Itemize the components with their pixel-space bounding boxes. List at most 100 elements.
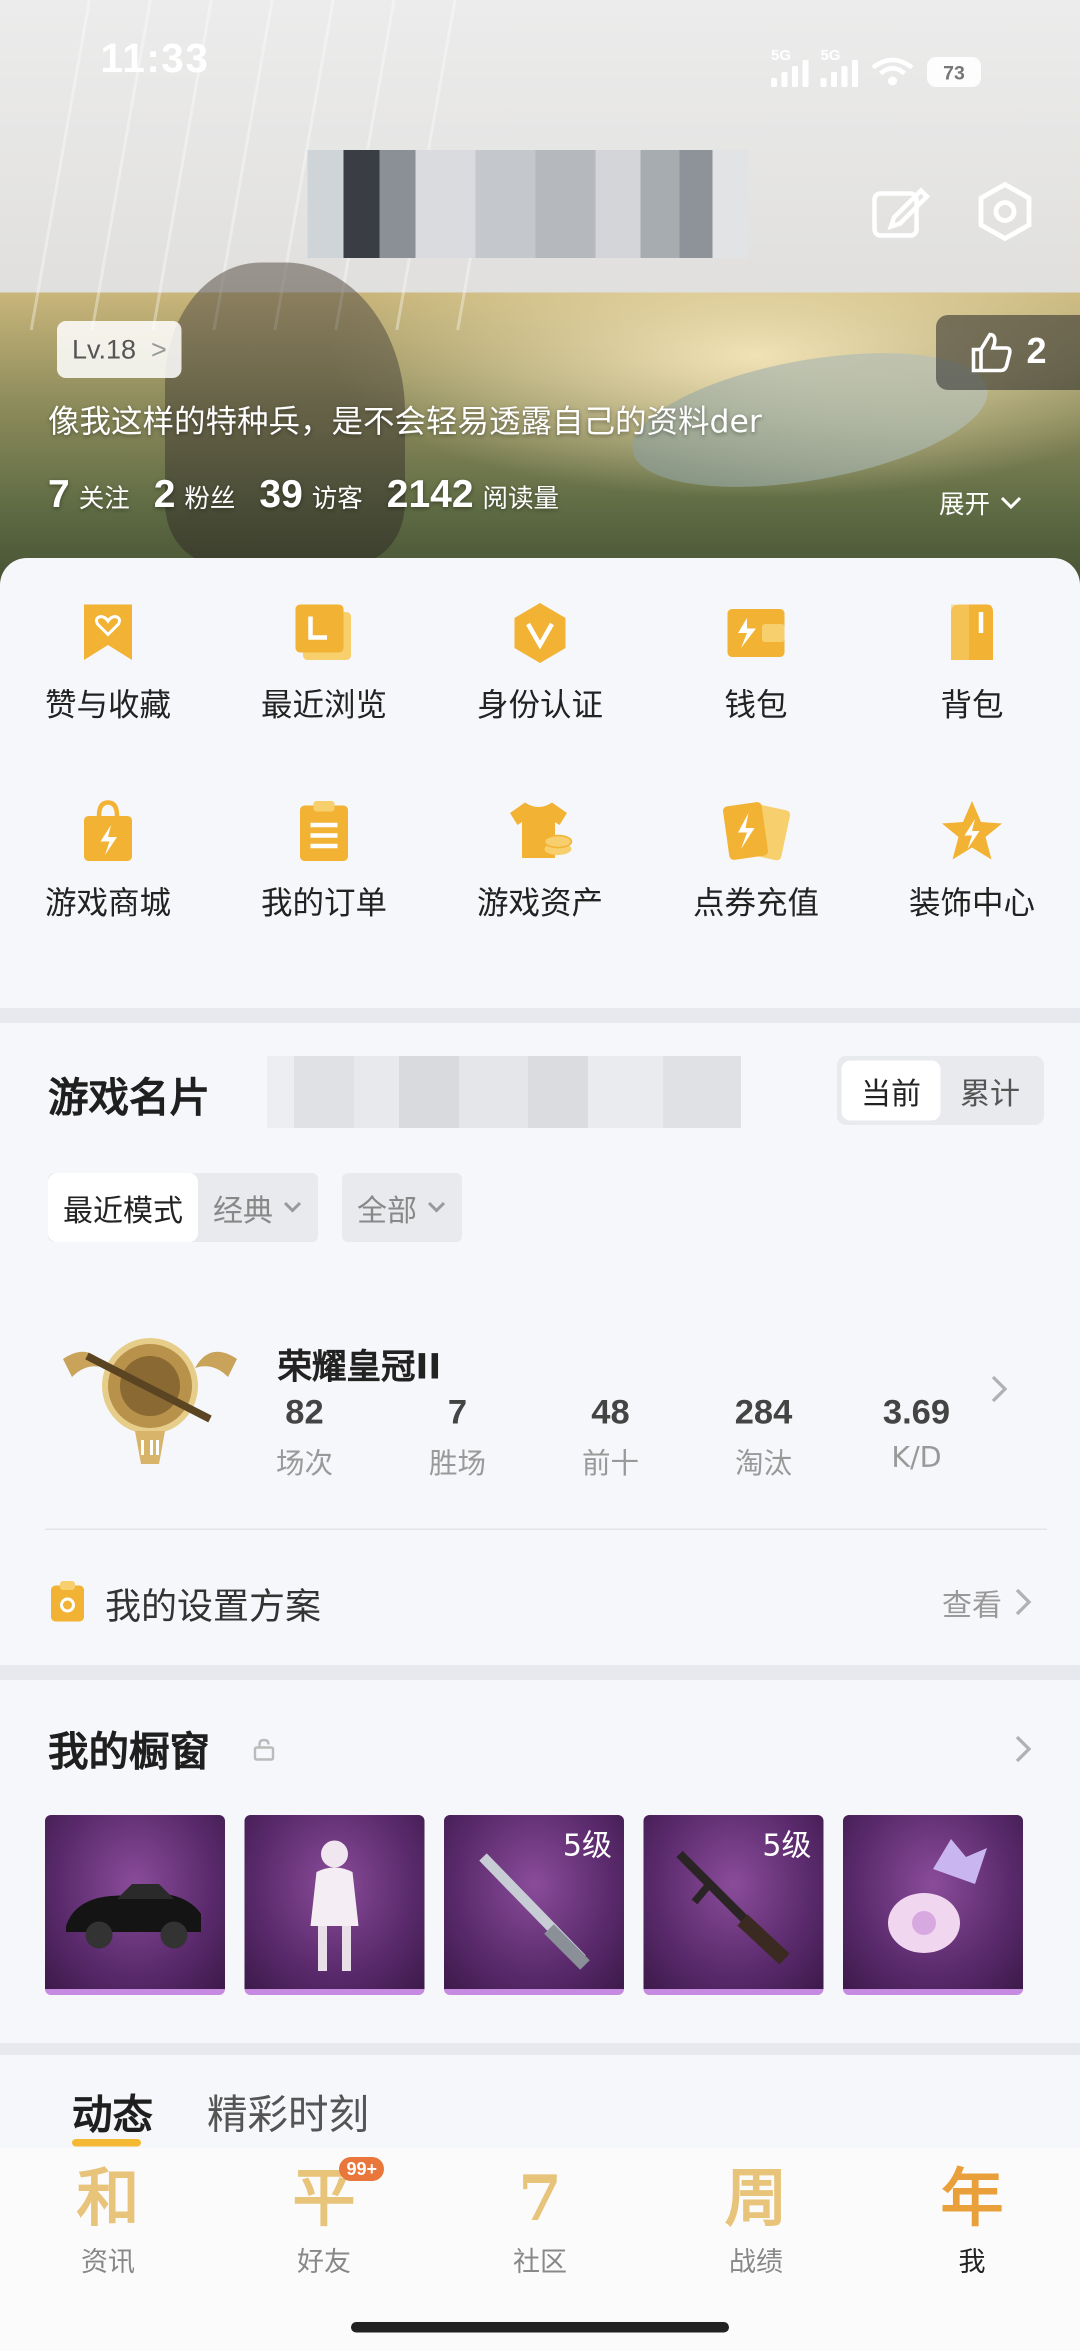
order-clipboard-icon <box>300 801 348 861</box>
rank-stats: 82 场次 7 胜场 48 前十 284 淘汰 3.69 K/D <box>228 1392 993 1482</box>
tab-current[interactable]: 当前 <box>841 1060 941 1121</box>
shortcut-label: 最近浏览 <box>261 687 387 723</box>
chevron-down-icon <box>1000 496 1022 509</box>
clipboard-icon <box>51 1581 84 1622</box>
backpack-icon <box>951 604 993 660</box>
shortcut-recent[interactable]: 最近浏览 <box>216 600 432 726</box>
showcase-item-outfit[interactable] <box>244 1815 425 1995</box>
battery-indicator: 73 <box>927 57 981 87</box>
reads-label: 阅读量 <box>482 484 560 515</box>
edit-profile-button[interactable] <box>866 177 935 246</box>
nav-community[interactable]: 7 社区 <box>432 2148 648 2351</box>
shopping-bag-icon <box>84 800 132 861</box>
shortcut-backpack[interactable]: 背包 <box>864 600 1080 726</box>
level-badge[interactable]: Lv.18 > <box>57 321 182 378</box>
signal-icon-2: 5G <box>820 48 858 87</box>
section-divider <box>0 1665 1080 1680</box>
status-icons: 5G 5G 73 <box>771 48 981 87</box>
settings-view-label[interactable]: 查看 <box>942 1580 1002 1624</box>
showcase-item-shotgun[interactable]: 5级 <box>444 1815 624 1995</box>
visitors-count[interactable]: 39 <box>259 471 302 518</box>
shortcut-orders[interactable]: 我的订单 <box>216 798 432 924</box>
shortcut-game-assets[interactable]: 游戏资产 <box>432 798 648 924</box>
showcase-item-rifle[interactable]: 5级 <box>643 1815 824 1995</box>
mode-recent[interactable]: 最近模式 <box>48 1173 198 1242</box>
game-id-blurred <box>267 1056 741 1128</box>
showcase-items: 5级 5级 <box>45 1815 1023 1995</box>
reads-count: 2142 <box>386 471 474 516</box>
tab-highlights[interactable]: 精彩时刻 <box>207 2082 369 2141</box>
visitors-label: 访客 <box>311 484 363 515</box>
filter-all-label: 全部 <box>357 1191 417 1228</box>
tab-underline <box>72 2139 141 2147</box>
shortcut-decor-center[interactable]: 装饰中心 <box>864 798 1080 924</box>
shortcut-recharge[interactable]: 点券充值 <box>648 798 864 924</box>
nav-news[interactable]: 和 资讯 <box>0 2148 216 2351</box>
nav-friends[interactable]: 平 好友 99+ <box>216 2148 432 2351</box>
app-screen: 11:33 5G 5G 73 Lv.18 > 2 像我这样的特种兵，是不会轻易透… <box>0 0 1080 2351</box>
records-glyph-icon: 周 <box>724 2161 788 2236</box>
verify-badge-icon <box>514 603 566 663</box>
friends-badge: 99+ <box>339 2157 385 2181</box>
wallet-icon <box>727 609 785 657</box>
showcase-card: 我的橱窗 5级 5级 <box>0 1680 1080 2043</box>
stat-kills: 284 淘汰 <box>734 1392 793 1481</box>
settings-hex-icon <box>978 181 1032 242</box>
expand-label: 展开 <box>939 490 990 521</box>
character-outfit-icon <box>310 1840 359 1971</box>
game-card-title: 游戏名片 <box>48 1075 210 1123</box>
coupon-cards-icon <box>723 802 791 861</box>
game-card: 游戏名片 当前 累计 最近模式 经典 全部 荣耀皇冠II 82 场次 7 胜场 … <box>0 1023 1080 1665</box>
showcase-item-flower[interactable] <box>843 1815 1023 1995</box>
shortcut-label: 钱包 <box>724 687 788 723</box>
home-indicator <box>351 2322 729 2333</box>
showcase-header[interactable]: 我的橱窗 <box>48 1719 1032 1778</box>
section-divider <box>0 2043 1080 2055</box>
settings-button[interactable] <box>971 177 1040 246</box>
filter-all-dropdown[interactable]: 全部 <box>342 1173 462 1242</box>
followers-count[interactable]: 2 <box>154 471 176 518</box>
shortcut-wallet[interactable]: 钱包 <box>648 600 864 726</box>
followers-label: 粉丝 <box>184 484 236 515</box>
shortcut-game-store[interactable]: 游戏商城 <box>0 798 216 924</box>
stat-wins: 7 胜场 <box>428 1392 486 1481</box>
chevron-down-icon <box>427 1201 446 1213</box>
profile-motto: 像我这样的特种兵，是不会轻易透露自己的资料der <box>48 403 762 440</box>
chevron-down-icon <box>283 1201 302 1213</box>
shortcut-grid: 赞与收藏 最近浏览 身份认证 钱包 背包 游戏商城 我的订单 游戏资产 点券充值… <box>0 600 1080 924</box>
shortcut-likes-favorites[interactable]: 赞与收藏 <box>0 600 216 726</box>
section-divider <box>0 1008 1080 1023</box>
mode-classic-label: 经典 <box>213 1191 273 1228</box>
expand-button[interactable]: 展开 <box>939 483 1023 521</box>
star-bolt-icon <box>942 801 1002 860</box>
tab-activity[interactable]: 动态 <box>72 2082 153 2141</box>
tab-cumulative[interactable]: 累计 <box>941 1061 1040 1121</box>
shortcut-label: 游戏商城 <box>45 885 171 921</box>
settings-plan-label: 我的设置方案 <box>105 1584 321 1627</box>
stat-top10: 48 前十 <box>581 1392 639 1481</box>
lock-icon <box>253 1738 275 1760</box>
shortcut-verify[interactable]: 身份认证 <box>432 600 648 726</box>
mode-classic-dropdown[interactable]: 经典 <box>198 1173 318 1242</box>
car-icon <box>66 1884 201 1949</box>
nav-me[interactable]: 年 我 <box>864 2148 1080 2351</box>
username-blurred <box>307 150 788 258</box>
following-count[interactable]: 7 <box>48 471 70 518</box>
flower-pendant-icon <box>888 1839 987 1953</box>
showcase-item-car[interactable] <box>45 1815 225 1995</box>
shortcut-label: 身份认证 <box>477 687 603 723</box>
profile-stats: 7 关注 2 粉丝 39 访客 2142 阅读量 <box>48 471 592 518</box>
stat-range-toggle: 当前 累计 <box>837 1056 1044 1125</box>
edit-icon <box>872 187 930 238</box>
community-glyph-icon: 7 <box>518 2161 562 2236</box>
chevron-right-icon: > <box>151 333 167 364</box>
nav-records[interactable]: 周 战绩 <box>648 2148 864 2351</box>
following-label: 关注 <box>78 484 130 515</box>
settings-plan-row[interactable]: 我的设置方案 查看 <box>48 1569 1032 1635</box>
like-button[interactable]: 2 <box>936 315 1080 390</box>
shortcut-label: 背包 <box>940 687 1004 723</box>
mode-filters: 最近模式 经典 全部 <box>48 1173 462 1242</box>
chevron-right-icon <box>1015 1588 1032 1616</box>
feed-tabs: 动态 精彩时刻 <box>0 2055 1080 2154</box>
thumbs-up-icon <box>972 332 1013 373</box>
